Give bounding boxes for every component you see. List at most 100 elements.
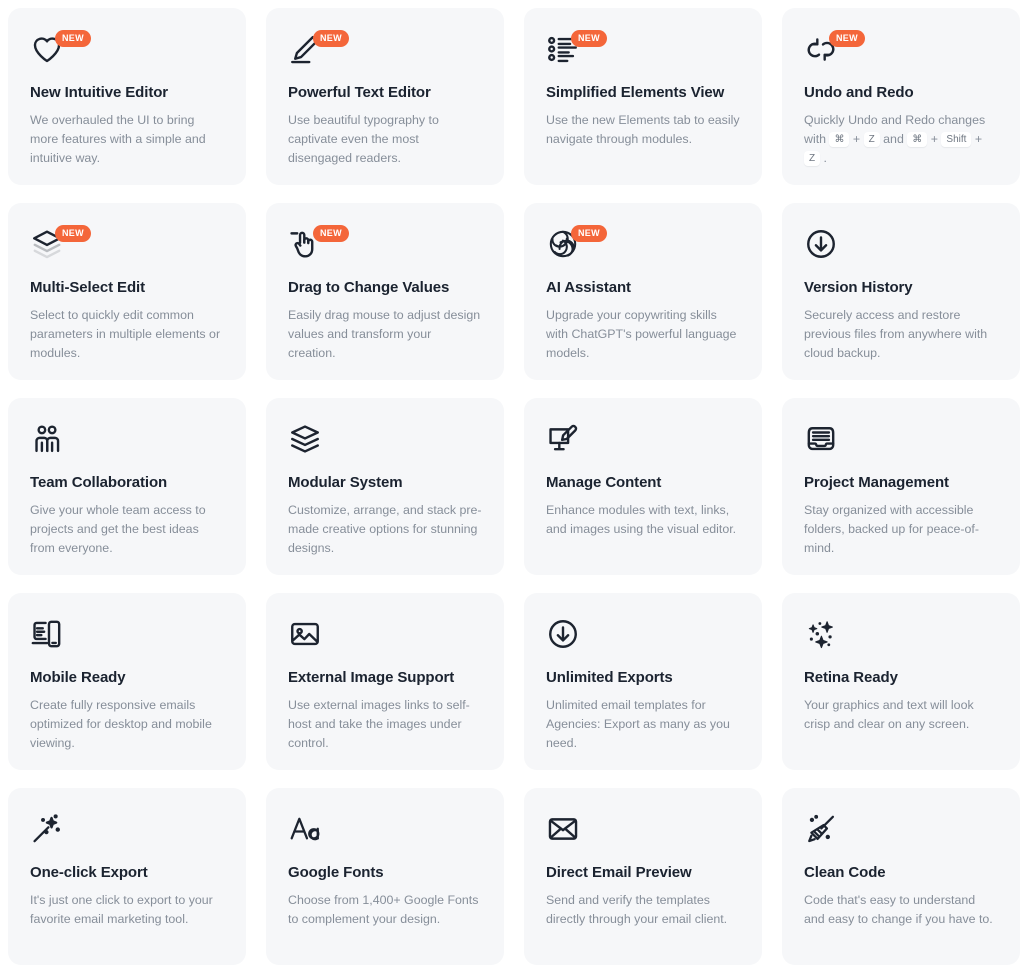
download-circle-icon [546, 617, 580, 651]
card-description: Customize, arrange, and stack pre-made c… [288, 503, 482, 555]
card-icon-wrap: NEW [546, 225, 740, 269]
monitor-brush-icon [546, 422, 580, 456]
download-circle-icon [804, 227, 838, 261]
font-aa-icon [288, 812, 322, 846]
card-description: Use beautiful typography to captivate ev… [288, 113, 439, 165]
card-description: Your graphics and text will look crisp a… [804, 698, 974, 731]
card-title: Multi-Select Edit [30, 279, 145, 296]
feature-card[interactable]: Manage Content Enhance modules with text,… [524, 398, 762, 575]
feature-card[interactable]: One-click Export It's just one click to e… [8, 788, 246, 965]
card-icon-wrap [804, 225, 998, 269]
card-icon-wrap [30, 810, 224, 854]
feature-card[interactable]: Unlimited Exports Unlimited email templat… [524, 593, 762, 770]
card-icon-wrap: NEW [288, 225, 482, 269]
keyboard-key: Z [863, 131, 880, 148]
feature-card[interactable]: NEW Powerful Text Editor Use beautiful typ… [266, 8, 504, 185]
new-badge: NEW [571, 225, 607, 242]
card-title: External Image Support [288, 669, 455, 686]
card-title: Team Collaboration [30, 474, 168, 491]
feature-card[interactable]: Project Management Stay organized with ac… [782, 398, 1020, 575]
card-description: Select to quickly edit common parameters… [30, 308, 221, 360]
card-title: Version History [804, 279, 913, 296]
feature-card[interactable]: NEW AI Assistant Upgrade your copywriting … [524, 203, 762, 380]
card-title: Manage Content [546, 474, 662, 491]
feature-card[interactable]: Retina Ready Your graphics and text will … [782, 593, 1020, 770]
feature-card[interactable]: Version History Securely access and resto… [782, 203, 1020, 380]
new-badge: NEW [55, 225, 91, 242]
card-icon-wrap [546, 420, 740, 464]
card-icon-wrap [30, 615, 224, 659]
feature-card[interactable]: Team Collaboration Give your whole team a… [8, 398, 246, 575]
card-title: Modular System [288, 474, 403, 491]
card-description: We overhauled the UI to bring more featu… [30, 113, 206, 165]
keyboard-key: Shift [941, 131, 972, 148]
envelope-icon [546, 812, 580, 846]
card-description: Send and verify the templates directly t… [546, 893, 728, 926]
keyboard-key: ⌘ [829, 131, 850, 148]
new-badge: NEW [55, 30, 91, 47]
card-title: Unlimited Exports [546, 669, 673, 686]
card-description: Code that's easy to understand and easy … [804, 893, 993, 926]
card-icon-wrap [546, 810, 740, 854]
card-description: It's just one click to export to your fa… [30, 893, 213, 926]
team-people-icon [30, 422, 64, 456]
card-icon-wrap [288, 810, 482, 854]
card-title: Retina Ready [804, 669, 898, 686]
feature-card[interactable]: NEW Undo and Redo Quickly Undo and Redo ch… [782, 8, 1020, 185]
card-description: Easily drag mouse to adjust design value… [288, 308, 481, 360]
feature-card[interactable]: NEW Multi-Select Edit Select to quickly ed… [8, 203, 246, 380]
card-title: Project Management [804, 474, 949, 491]
feature-card[interactable]: Mobile Ready Create fully responsive emai… [8, 593, 246, 770]
feature-card[interactable]: External Image Support Use external image… [266, 593, 504, 770]
sparkles-icon [804, 617, 838, 651]
card-title: Simplified Elements View [546, 84, 725, 101]
card-title: Powerful Text Editor [288, 84, 431, 101]
feature-card[interactable]: Google Fonts Choose from 1,400+ Google Fo… [266, 788, 504, 965]
new-badge: NEW [571, 30, 607, 47]
keyboard-key: ⌘ [907, 131, 928, 148]
card-icon-wrap [546, 615, 740, 659]
card-icon-wrap [30, 420, 224, 464]
card-description: Quickly Undo and Redo changes with ⌘ + Z… [804, 113, 986, 167]
archive-tray-icon [804, 422, 838, 456]
new-badge: NEW [313, 225, 349, 242]
card-description: Stay organized with accessible folders, … [804, 503, 979, 555]
card-title: New Intuitive Editor [30, 84, 169, 101]
card-description: Give your whole team access to projects … [30, 503, 206, 555]
card-icon-wrap: NEW [546, 30, 740, 74]
card-icon-wrap [804, 420, 998, 464]
card-description: Choose from 1,400+ Google Fonts to compl… [288, 893, 479, 926]
card-icon-wrap: NEW [30, 30, 224, 74]
card-title: AI Assistant [546, 279, 631, 296]
feature-card[interactable]: NEW Simplified Elements View Use the new E… [524, 8, 762, 185]
card-description: Unlimited email templates for Agencies: … [546, 698, 730, 750]
card-description: Use external images links to self-host a… [288, 698, 470, 750]
feature-card[interactable]: Direct Email Preview Send and verify the … [524, 788, 762, 965]
feature-card[interactable]: NEW New Intuitive Editor We overhauled the… [8, 8, 246, 185]
magic-wand-icon [30, 812, 64, 846]
card-description: Upgrade your copywriting skills with Cha… [546, 308, 737, 360]
new-badge: NEW [829, 30, 865, 47]
broom-clean-icon [804, 812, 838, 846]
feature-card[interactable]: Clean Code Code that's easy to understand… [782, 788, 1020, 965]
card-title: Direct Email Preview [546, 864, 692, 881]
feature-card[interactable]: NEW Drag to Change Values Easily drag mous… [266, 203, 504, 380]
card-icon-wrap [288, 615, 482, 659]
card-icon-wrap [804, 810, 998, 854]
new-badge: NEW [313, 30, 349, 47]
feature-card-grid: NEW New Intuitive Editor We overhauled the… [0, 0, 1024, 977]
card-title: Google Fonts [288, 864, 384, 881]
modular-layers-icon [288, 422, 322, 456]
keyboard-key: Z [804, 150, 821, 167]
card-title: One-click Export [30, 864, 148, 881]
card-icon-wrap [288, 420, 482, 464]
card-description: Securely access and restore previous fil… [804, 308, 988, 360]
feature-card[interactable]: Modular System Customize, arrange, and st… [266, 398, 504, 575]
card-title: Undo and Redo [804, 84, 914, 101]
card-icon-wrap: NEW [288, 30, 482, 74]
mobile-device-icon [30, 617, 64, 651]
card-title: Mobile Ready [30, 669, 126, 686]
card-title: Drag to Change Values [288, 279, 450, 296]
card-description: Enhance modules with text, links, and im… [546, 503, 737, 536]
image-picture-icon [288, 617, 322, 651]
